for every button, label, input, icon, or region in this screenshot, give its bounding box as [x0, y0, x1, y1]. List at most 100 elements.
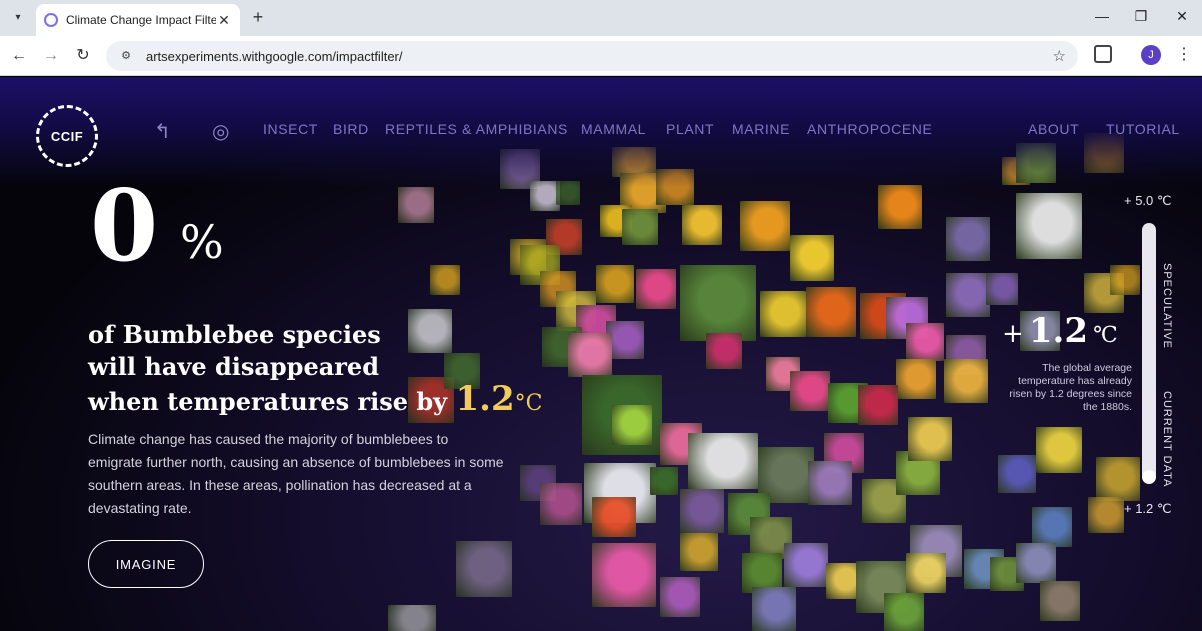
flower-photo[interactable] [858, 385, 898, 425]
extensions-icon[interactable] [1094, 45, 1112, 63]
nav-about[interactable]: ABOUT [1028, 121, 1079, 137]
flower-photo[interactable] [790, 371, 830, 411]
headline-line-3-text: when temperatures rise by [88, 387, 456, 416]
headline-line-1: of Bumblebee species [88, 320, 381, 349]
address-bar[interactable]: ⚙ artsexperiments.withgoogle.com/impactf… [106, 41, 1078, 71]
slider-bottom-label: + 1.2 ℃ [1124, 501, 1172, 516]
flower-photo[interactable] [896, 359, 936, 399]
flower-photo[interactable] [388, 605, 436, 631]
headline-unit: °C [514, 391, 543, 416]
flower-photo[interactable] [760, 291, 806, 337]
flower-photo[interactable] [884, 593, 924, 631]
site-info-icon[interactable]: ⚙ [118, 48, 134, 64]
flower-photo[interactable] [688, 433, 758, 489]
temperature-slider[interactable] [1142, 223, 1156, 481]
restore-icon[interactable]: ❐ [1131, 8, 1151, 25]
flower-photo[interactable] [806, 287, 856, 337]
flower-photo[interactable] [650, 467, 678, 495]
flower-photo[interactable] [808, 461, 852, 505]
flower-photo[interactable] [944, 359, 988, 403]
current-data-label: CURRENT DATA [1161, 391, 1173, 488]
flower-photo[interactable] [906, 553, 946, 593]
nav-anthropocene[interactable]: ANTHROPOCENE [807, 121, 932, 137]
hero-percentage: 0 [90, 169, 159, 284]
current-temp-unit: ℃ [1093, 323, 1118, 348]
flower-photo[interactable] [430, 265, 460, 295]
headline-line-3: when temperatures rise by 1.2°C [88, 382, 548, 420]
flower-photo[interactable] [660, 577, 700, 617]
forward-icon[interactable]: → [40, 45, 62, 67]
imagine-button[interactable]: IMAGINE [88, 540, 204, 588]
flower-photo[interactable] [1016, 193, 1082, 259]
flower-photo[interactable] [680, 265, 756, 341]
plus-icon[interactable]: + [248, 7, 268, 27]
nav-reptiles-amphibians[interactable]: REPTILES & AMPHIBIANS [385, 121, 568, 137]
current-temp-value: 1.2 [1028, 311, 1089, 351]
up-arrow-icon[interactable]: ↰ [154, 119, 171, 144]
nav-tutorial[interactable]: TUTORIAL [1106, 121, 1180, 137]
flower-photo[interactable] [612, 405, 652, 445]
flower-photo[interactable] [1088, 497, 1124, 533]
flower-photo[interactable] [568, 333, 612, 377]
flower-photo[interactable] [596, 265, 634, 303]
slider-handle[interactable] [1142, 470, 1156, 484]
flower-photo[interactable] [784, 543, 828, 587]
flower-photo[interactable] [398, 187, 434, 223]
flower-photo[interactable] [740, 201, 790, 251]
flower-photo[interactable] [752, 587, 796, 631]
flower-photo[interactable] [906, 323, 944, 361]
tab-strip: ▾ Climate Change Impact Filter ✕ + — ❐ ✕ [0, 0, 1202, 36]
nav-insect[interactable]: INSECT [263, 121, 318, 137]
tab-title: Climate Change Impact Filter [66, 13, 216, 27]
flower-photo[interactable] [998, 455, 1036, 493]
flower-photo[interactable] [1040, 581, 1080, 621]
favicon-icon [44, 13, 58, 27]
site-logo[interactable]: CCIF [36, 105, 98, 167]
minimize-icon[interactable]: — [1092, 8, 1112, 24]
nav-bird[interactable]: BIRD [333, 121, 369, 137]
flower-photo[interactable] [1110, 265, 1140, 295]
menu-icon[interactable]: ⋮ [1176, 44, 1192, 64]
page-content: CCIF ↰ ◎ INSECT BIRD REPTILES & AMPHIBIA… [0, 77, 1202, 631]
flower-photo[interactable] [1096, 457, 1140, 501]
flower-photo[interactable] [790, 235, 834, 281]
hero-percent-sign: % [180, 215, 224, 269]
headline-temperature: 1.2 [455, 379, 515, 419]
nav-mammal[interactable]: MAMMAL [581, 121, 646, 137]
flower-photo[interactable] [680, 489, 724, 533]
nav-plant[interactable]: PLANT [666, 121, 714, 137]
flower-photo[interactable] [706, 333, 742, 369]
flower-photo[interactable] [680, 533, 718, 571]
current-temperature: + 1.2 ℃ [1002, 311, 1118, 351]
flower-photo[interactable] [878, 185, 922, 229]
speculative-label: SPECULATIVE [1161, 263, 1173, 349]
flower-photo[interactable] [636, 269, 676, 309]
flower-photo[interactable] [908, 417, 952, 461]
nav-marine[interactable]: MARINE [732, 121, 790, 137]
close-window-icon[interactable]: ✕ [1172, 8, 1192, 25]
avatar[interactable]: J [1141, 45, 1161, 65]
globe-icon[interactable]: ◎ [212, 119, 229, 144]
flower-photo[interactable] [1032, 507, 1072, 547]
logo-text: CCIF [50, 128, 84, 144]
back-icon[interactable]: ← [8, 45, 30, 67]
flower-photo[interactable] [622, 209, 658, 245]
flower-photo[interactable] [682, 205, 722, 245]
close-icon[interactable]: ✕ [216, 12, 232, 29]
browser-tab[interactable]: Climate Change Impact Filter ✕ [36, 4, 240, 36]
flower-photo[interactable] [592, 497, 636, 537]
screen: ▾ Climate Change Impact Filter ✕ + — ❐ ✕… [0, 0, 1202, 631]
flower-photo[interactable] [946, 273, 990, 317]
reload-icon[interactable]: ↻ [72, 45, 94, 67]
star-icon[interactable]: ☆ [1053, 47, 1066, 65]
tab-search-icon[interactable]: ▾ [8, 7, 28, 27]
flower-photo[interactable] [986, 273, 1018, 305]
flower-photo[interactable] [1016, 543, 1056, 583]
flower-photo[interactable] [1036, 427, 1082, 473]
current-temp-plus: + [1002, 319, 1024, 349]
flower-photo[interactable] [540, 483, 582, 525]
flower-photo[interactable] [592, 543, 656, 607]
flower-photo[interactable] [456, 541, 512, 597]
flower-photo[interactable] [946, 217, 990, 261]
hero-description: Climate change has caused the majority o… [88, 431, 504, 516]
